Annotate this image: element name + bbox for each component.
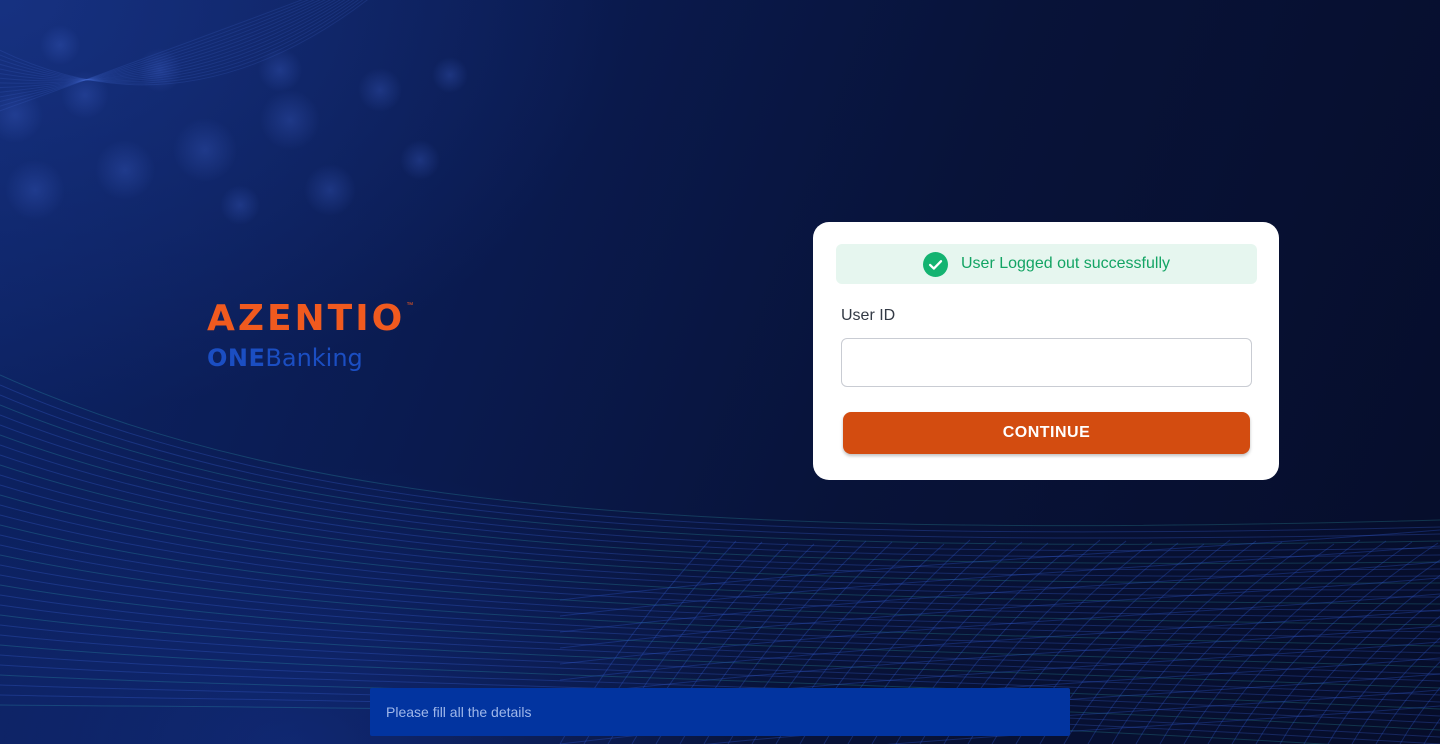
alert-message: User Logged out successfully (961, 255, 1170, 272)
trademark-mark: ™ (406, 302, 414, 309)
product-name-banking: Banking (265, 344, 363, 372)
user-id-input[interactable] (841, 338, 1252, 387)
check-circle-icon (923, 251, 948, 277)
toast-message: Please fill all the details (386, 704, 532, 720)
product-name-one: ONE (207, 344, 266, 372)
login-card: User Logged out successfully User ID CON… (813, 222, 1279, 480)
azentio-logo-text: AZENTIO (207, 298, 406, 339)
logout-success-alert: User Logged out successfully (836, 244, 1257, 284)
validation-toast: Please fill all the details (370, 688, 1070, 736)
login-page: AZENTIO ™ ONEBanking User Logged out suc… (0, 0, 1440, 744)
user-id-label: User ID (841, 307, 896, 324)
continue-button[interactable]: CONTINUE (843, 412, 1250, 454)
product-name: ONEBanking (207, 344, 413, 372)
brand-logo: AZENTIO ™ ONEBanking (207, 298, 414, 373)
